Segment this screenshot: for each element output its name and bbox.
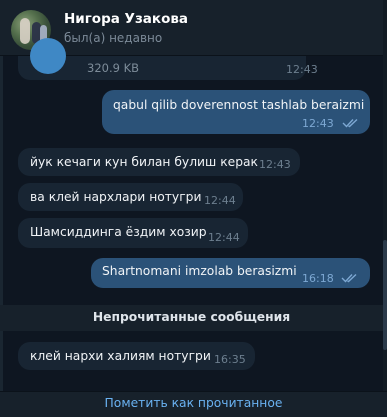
read-checkmarks-icon bbox=[342, 118, 358, 128]
message-time: 16:35 bbox=[214, 353, 246, 366]
message-time: 12:44 bbox=[208, 231, 240, 244]
message-bubble-outgoing[interactable]: Shartnomani imzolab berasizmi 16:18 bbox=[91, 258, 370, 288]
contact-status: был(а) недавно bbox=[64, 31, 163, 45]
mark-as-read-label: Пометить как прочитанное bbox=[104, 396, 283, 410]
chat-list-edge bbox=[0, 56, 3, 396]
message-text: йук кечаги кун билан булиш керак bbox=[30, 155, 258, 169]
message-time: 12:43 bbox=[302, 117, 334, 130]
message-time: 12:43 bbox=[286, 63, 318, 76]
scrollbar-thumb[interactable] bbox=[383, 240, 387, 350]
contact-name[interactable]: Нигора Узакова bbox=[64, 11, 188, 27]
avatar-figure bbox=[20, 18, 30, 44]
message-text: qabul qilib doverennost tashlab beraizmi bbox=[113, 98, 365, 112]
message-time: 16:18 bbox=[302, 272, 334, 285]
unread-messages-divider: Непрочитанные сообщения bbox=[0, 305, 383, 331]
message-bubble-incoming[interactable]: йук кечаги кун билан булиш керак 12:43 bbox=[18, 148, 300, 176]
message-text: Шамсиддинга ёздим хозир bbox=[30, 225, 207, 239]
message-time: 12:43 bbox=[259, 158, 291, 171]
file-icon[interactable] bbox=[30, 38, 66, 74]
unread-divider-label: Непрочитанные сообщения bbox=[92, 310, 291, 324]
message-bubble-incoming[interactable]: Шамсиддинга ёздим хозир 12:44 bbox=[18, 218, 248, 248]
message-text: Shartnomani imzolab berasizmi bbox=[102, 264, 297, 278]
message-bubble-outgoing[interactable]: qabul qilib doverennost tashlab beraizmi… bbox=[102, 90, 370, 134]
file-message[interactable]: 320.9 KB 12:43 bbox=[18, 38, 318, 80]
message-bubble-incoming[interactable]: ва клей нархлари нотугри 12:44 bbox=[18, 183, 243, 211]
message-text: клей нархи халиям нотугри bbox=[30, 349, 211, 363]
message-bubble-incoming[interactable]: клей нархи халиям нотугри 16:35 bbox=[18, 342, 255, 370]
chat-scrollbar[interactable] bbox=[383, 0, 387, 417]
message-time: 12:44 bbox=[204, 194, 236, 207]
read-checkmarks-icon bbox=[341, 273, 357, 283]
message-text: ва клей нархлари нотугри bbox=[30, 190, 202, 204]
file-size: 320.9 KB bbox=[87, 61, 140, 75]
mark-as-read-button[interactable]: Пометить как прочитанное bbox=[0, 391, 387, 417]
